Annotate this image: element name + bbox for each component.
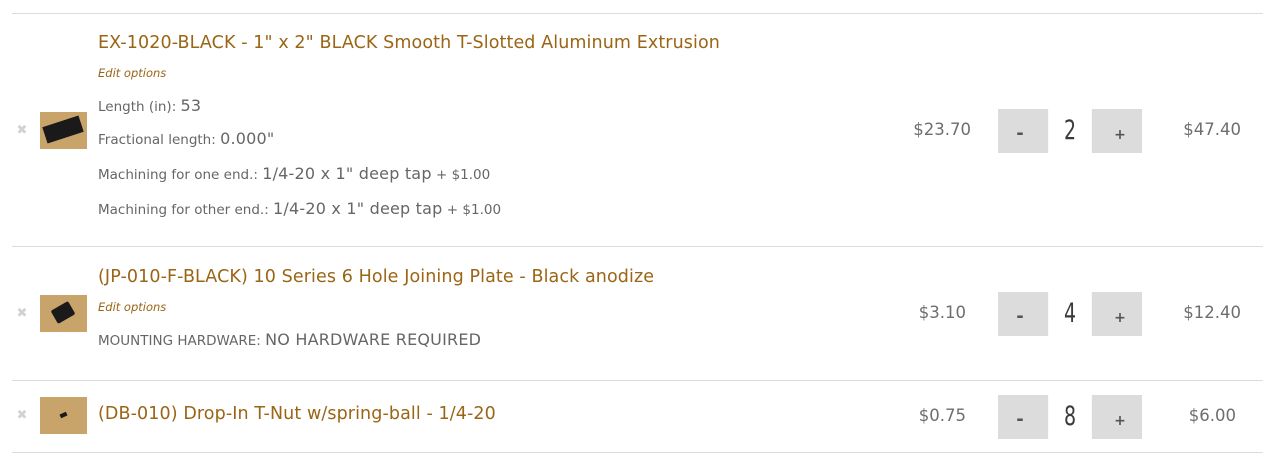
- remove-item-icon[interactable]: ✖: [15, 307, 29, 321]
- option-label: Fractional length:: [98, 132, 221, 148]
- option-line: Fractional length: 0.000": [98, 129, 274, 148]
- increase-quantity-button[interactable]: +: [1098, 292, 1142, 336]
- quantity-stepper: - 4 +: [998, 292, 1142, 336]
- option-price-extra: + $1.00: [442, 202, 502, 218]
- line-total: $12.40: [1183, 303, 1241, 322]
- decrease-quantity-button[interactable]: -: [998, 292, 1042, 336]
- line-total: $6.00: [1188, 406, 1236, 425]
- row-divider: [12, 246, 1263, 247]
- remove-item-icon[interactable]: ✖: [15, 124, 29, 138]
- quantity-stepper: - 2 +: [998, 109, 1142, 153]
- t-nut-thumbnail: [59, 411, 68, 419]
- product-thumbnail[interactable]: [40, 397, 87, 434]
- quantity-input[interactable]: 2: [1048, 109, 1092, 153]
- row-divider: [12, 380, 1263, 381]
- option-line: Length (in): 53: [98, 96, 201, 115]
- quantity-stepper: - 8 +: [998, 395, 1142, 439]
- unit-price: $23.70: [913, 120, 971, 139]
- decrease-quantity-button[interactable]: -: [998, 109, 1042, 153]
- extrusion-thumbnail: [42, 115, 84, 144]
- decrease-quantity-button[interactable]: -: [998, 395, 1042, 439]
- option-label: MOUNTING HARDWARE:: [98, 333, 266, 349]
- remove-item-icon[interactable]: ✖: [15, 409, 29, 423]
- option-line: MOUNTING HARDWARE: NO HARDWARE REQUIRED: [98, 330, 481, 349]
- quantity-input[interactable]: 4: [1048, 292, 1092, 336]
- product-thumbnail[interactable]: [40, 112, 87, 149]
- option-value: 1/4-20 x 1" deep tap: [262, 164, 432, 183]
- option-value: 1/4-20 x 1" deep tap: [273, 199, 443, 218]
- product-title-link[interactable]: (JP-010-F-BLACK) 10 Series 6 Hole Joinin…: [98, 267, 654, 287]
- unit-price: $3.10: [918, 303, 966, 322]
- option-label: Machining for other end.:: [98, 202, 274, 218]
- product-title-link[interactable]: (DB-010) Drop-In T-Nut w/spring-ball - 1…: [98, 404, 496, 424]
- row-divider: [12, 13, 1263, 14]
- increase-quantity-button[interactable]: +: [1098, 109, 1142, 153]
- option-line: Machining for other end.: 1/4-20 x 1" de…: [98, 199, 501, 218]
- option-value: 0.000": [220, 129, 275, 148]
- quantity-input[interactable]: 8: [1048, 395, 1092, 439]
- row-divider: [12, 452, 1263, 453]
- product-thumbnail[interactable]: [40, 295, 87, 332]
- joining-plate-thumbnail: [50, 301, 76, 324]
- option-value: NO HARDWARE REQUIRED: [265, 330, 482, 349]
- line-total: $47.40: [1183, 120, 1241, 139]
- edit-options-link[interactable]: Edit options: [98, 66, 166, 80]
- edit-options-link[interactable]: Edit options: [98, 300, 166, 314]
- option-price-extra: + $1.00: [431, 167, 491, 183]
- product-title-link[interactable]: EX-1020-BLACK - 1" x 2" BLACK Smooth T-S…: [98, 33, 720, 53]
- option-label: Machining for one end.:: [98, 167, 263, 183]
- option-line: Machining for one end.: 1/4-20 x 1" deep…: [98, 164, 490, 183]
- increase-quantity-button[interactable]: +: [1098, 395, 1142, 439]
- option-label: Length (in):: [98, 99, 181, 115]
- unit-price: $0.75: [918, 406, 966, 425]
- option-value: 53: [180, 96, 202, 115]
